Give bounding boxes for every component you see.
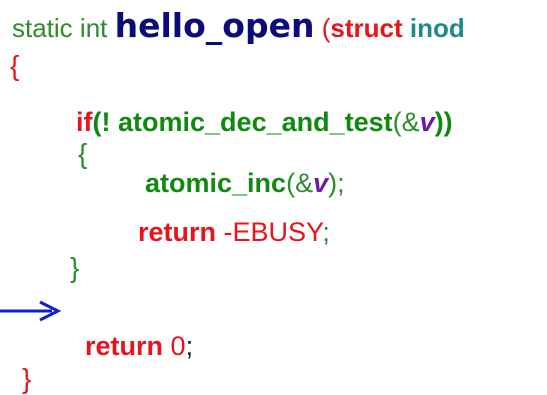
open-brace: {: [10, 50, 20, 81]
call-open-paren: (: [392, 107, 402, 137]
semicolon: ;: [322, 217, 330, 247]
code-line-function-signature: static int hello_open (struct inod: [12, 6, 465, 45]
code-line-atomic-inc: atomic_inc(&v);: [145, 168, 345, 199]
variable-v: v: [419, 107, 435, 137]
inner-close-brace: }: [70, 252, 80, 283]
call-close: );: [328, 168, 345, 198]
keyword-return: return: [85, 331, 164, 361]
keyword-int: int: [79, 13, 108, 43]
keyword-static: static: [12, 13, 73, 43]
function-name: hello_open: [114, 6, 315, 45]
code-line-inner-close-brace: }: [70, 252, 79, 284]
code-line-open-brace: {: [10, 50, 19, 82]
keyword-return: return: [138, 217, 217, 247]
call-atomic-dec-and-test: atomic_dec_and_test: [118, 107, 393, 137]
keyword-struct: struct: [330, 13, 403, 43]
variable-v: v: [313, 168, 329, 198]
close-parens: )): [434, 107, 453, 137]
code-line-inner-open-brace: {: [78, 138, 87, 170]
not-operator: !: [101, 107, 111, 137]
right-arrow-icon: [0, 300, 62, 322]
call-open-paren: (: [286, 168, 296, 198]
code-line-close-brace: }: [22, 363, 31, 395]
code-line-return-ebusy: return -EBUSY;: [138, 217, 330, 248]
code-line-return-zero: return 0;: [85, 331, 193, 362]
minus-operator: -: [223, 217, 233, 247]
inner-open-brace: {: [78, 138, 88, 169]
code-line-if: if(! atomic_dec_and_test(&v)): [76, 107, 453, 138]
constant-ebusy: EBUSY: [232, 217, 323, 247]
address-operator: &: [295, 168, 314, 198]
return-value: 0: [170, 331, 186, 361]
semicolon: ;: [185, 331, 194, 361]
close-brace: }: [22, 363, 32, 394]
address-operator: &: [401, 107, 420, 137]
type-inode: inod: [409, 13, 465, 43]
if-open-paren: (: [92, 107, 102, 137]
keyword-if: if: [76, 107, 93, 137]
call-atomic-inc: atomic_inc: [145, 168, 287, 198]
